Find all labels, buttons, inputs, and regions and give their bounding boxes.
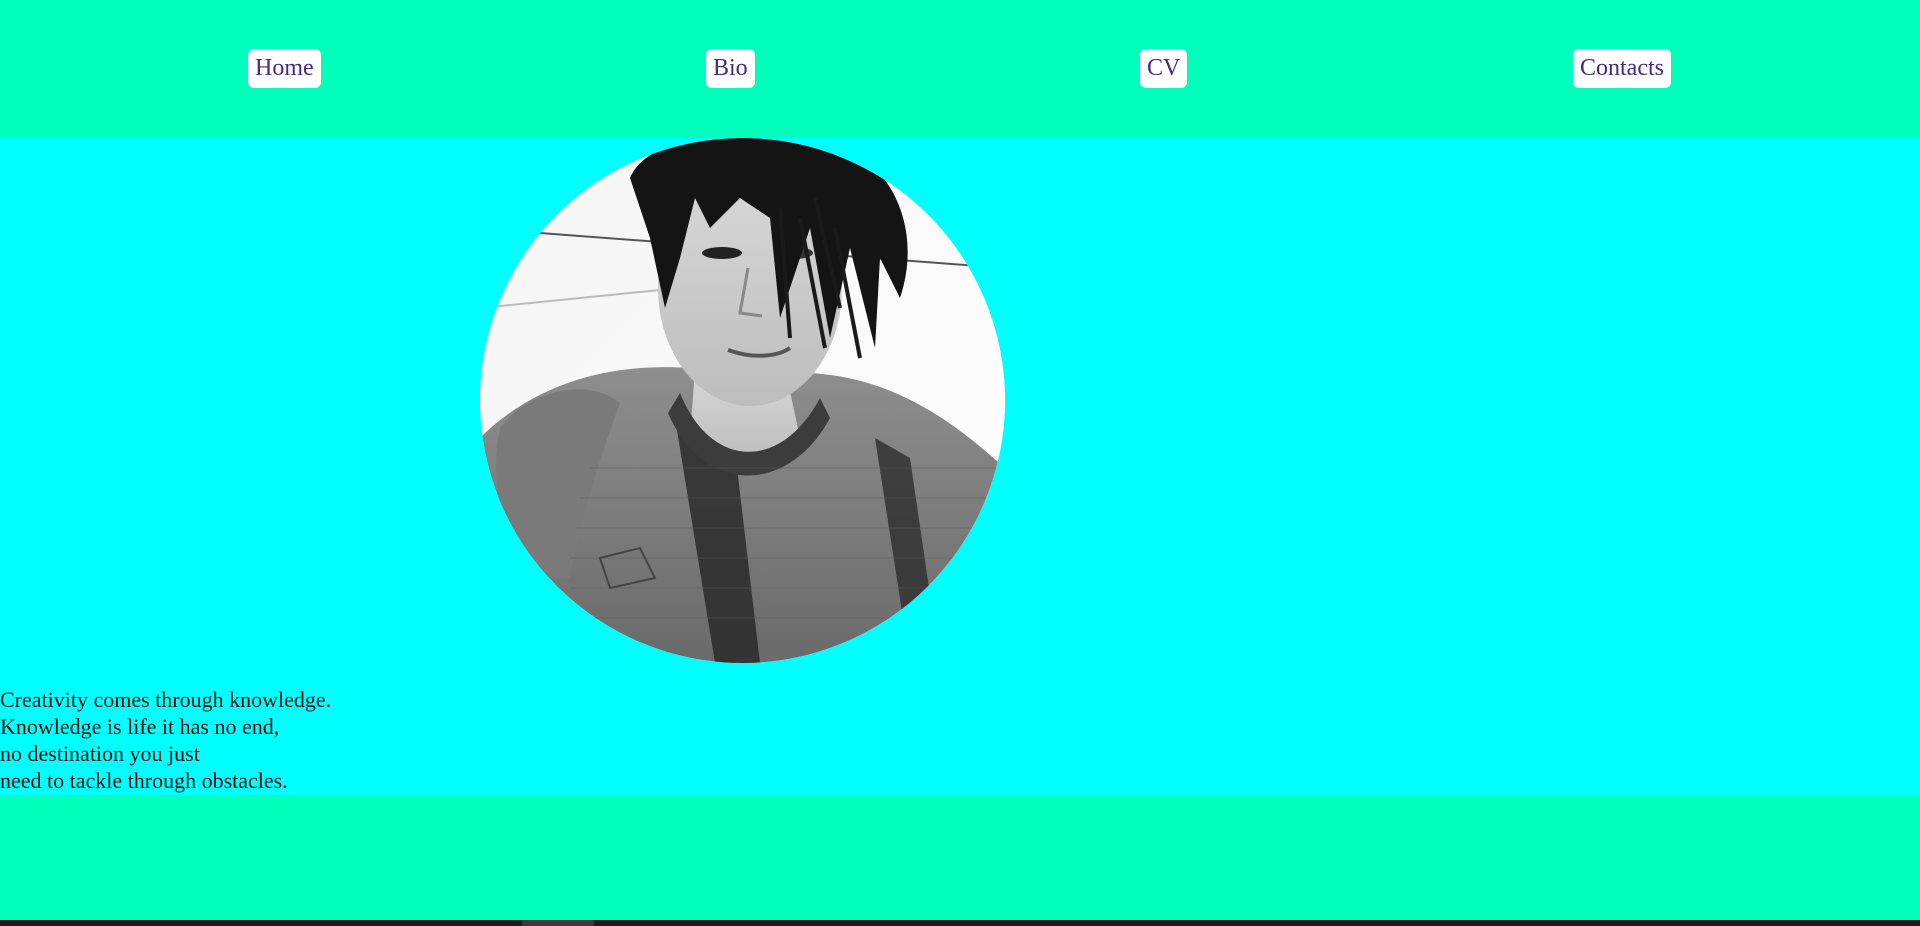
- profile-photo-illustration: [480, 138, 1005, 663]
- nav-home-button[interactable]: Home: [248, 49, 321, 88]
- footer: [0, 795, 1920, 920]
- quote-line: no destination you just: [0, 741, 200, 766]
- quote-line: Creativity comes through knowledge.: [0, 687, 332, 712]
- scrollbar-thumb[interactable]: [522, 920, 594, 926]
- quote-line: Knowledge is life it has no end,: [0, 714, 280, 739]
- nav-bio-button[interactable]: Bio: [706, 49, 755, 88]
- top-navigation: Home Bio CV Contacts: [0, 0, 1920, 138]
- horizontal-scrollbar[interactable]: [0, 920, 1920, 926]
- nav-contacts-button[interactable]: Contacts: [1573, 49, 1671, 88]
- quote-line: need to tackle through obstacles.: [0, 768, 288, 793]
- main-content: Creativity comes through knowledge. Know…: [0, 138, 1920, 795]
- nav-cv-button[interactable]: CV: [1140, 49, 1188, 88]
- profile-photo: [480, 138, 1005, 663]
- quote-text: Creativity comes through knowledge. Know…: [0, 686, 331, 794]
